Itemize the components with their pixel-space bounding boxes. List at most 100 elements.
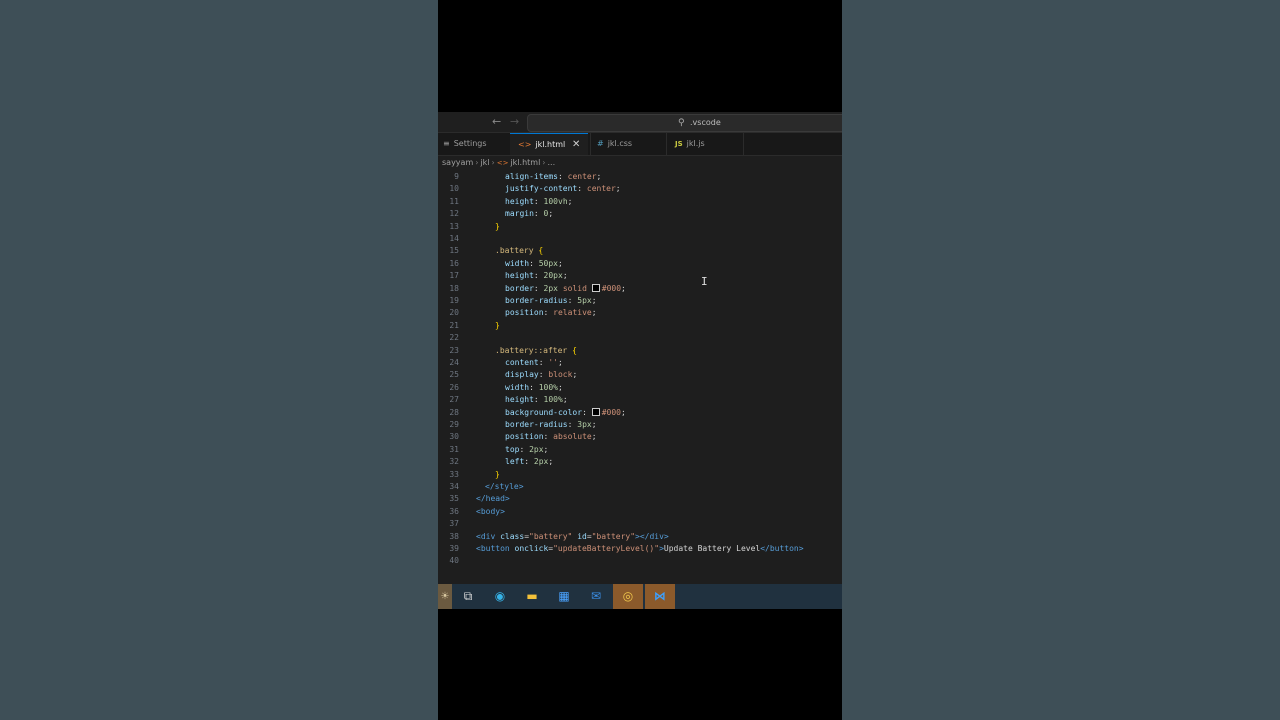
- line-number: 25: [449, 370, 459, 380]
- code-line: 10 justify-content: center;: [438, 183, 842, 195]
- breadcrumb-folder[interactable]: jkl: [480, 158, 489, 167]
- close-icon[interactable]: ✕: [572, 134, 580, 156]
- tab-label: jkl.js: [686, 139, 705, 148]
- background-left: [0, 0, 438, 720]
- code-line: 39 <button onclick="updateBatteryLevel()"…: [438, 543, 842, 555]
- line-number: 24: [449, 358, 459, 367]
- code-line: 12 margin: 0;: [438, 208, 842, 220]
- line-number: 34: [449, 482, 459, 491]
- code-line: 35 </head>: [438, 493, 842, 505]
- settings-icon: ≡: [443, 139, 450, 148]
- tab-jkl-css[interactable]: # jkl.css: [590, 133, 667, 155]
- code-editor[interactable]: 9 align-items: center; 10 justify-content:…: [438, 171, 842, 571]
- line-number: 29: [449, 420, 459, 429]
- line-number: 40: [449, 556, 459, 566]
- back-arrow-icon[interactable]: ←: [492, 115, 501, 128]
- line-number: 11: [449, 196, 459, 206]
- code-line: 30 position: absolute;: [438, 431, 842, 443]
- search-icon: ⚲: [678, 118, 685, 128]
- code-line: 36 <body>: [438, 506, 842, 518]
- code-line: 26 width: 100%;: [438, 382, 842, 394]
- code-line: 29 border-radius: 3px;: [438, 419, 842, 431]
- code-line: 27 height: 100%;: [438, 394, 842, 406]
- breadcrumb: sayyam › jkl › <> jkl.html ›...: [442, 158, 556, 167]
- line-number: 33: [449, 469, 459, 479]
- line-number: 21: [449, 320, 459, 330]
- mail-icon[interactable]: ✉: [581, 584, 611, 609]
- editor-tabs: ≡ Settings <> jkl.html ✕ # jkl.css JS jkl.js: [438, 133, 842, 156]
- js-file-icon: JS: [675, 140, 683, 148]
- tab-label: jkl.css: [607, 139, 633, 148]
- code-line: 31 top: 2px;: [438, 444, 842, 456]
- code-line: 16 width: 50px;: [438, 258, 842, 270]
- line-number: 23: [449, 345, 459, 355]
- code-line: 33}: [438, 469, 842, 481]
- code-line: 23 .battery::after {: [438, 345, 842, 357]
- line-number: 16: [449, 258, 459, 268]
- line-number: 9: [454, 172, 459, 181]
- search-text: .vscode: [690, 118, 721, 127]
- code-line: 20 position: relative;: [438, 307, 842, 319]
- line-number: 38: [449, 531, 459, 541]
- line-number: 31: [449, 444, 459, 454]
- store-icon[interactable]: ▦: [549, 584, 579, 609]
- breadcrumb-file[interactable]: jkl.html: [510, 158, 540, 167]
- code-line: 37: [438, 518, 842, 530]
- line-number: 35: [449, 494, 459, 504]
- breadcrumb-more[interactable]: ...: [548, 158, 556, 167]
- task-view-icon[interactable]: ⧉: [453, 584, 483, 609]
- title-bar: ← → ⚲ .vscode: [438, 112, 842, 133]
- code-line: 40: [438, 555, 842, 567]
- code-line: 25 display: block;: [438, 369, 842, 381]
- code-line: 9 align-items: center;: [438, 171, 842, 183]
- line-number: 14: [449, 234, 459, 243]
- text-cursor-icon: I: [701, 275, 708, 288]
- code-line: 28 background-color: #000;: [438, 407, 842, 419]
- code-line: 32 left: 2px;: [438, 456, 842, 468]
- code-line: 11 height: 100vh;: [438, 196, 842, 208]
- breadcrumb-root[interactable]: sayyam: [442, 158, 473, 167]
- vscode-icon[interactable]: ⋈: [645, 584, 675, 609]
- line-number: 20: [449, 308, 459, 318]
- code-line: 19 border-radius: 5px;: [438, 295, 842, 307]
- tab-label: Settings: [453, 139, 487, 148]
- line-number: 19: [449, 296, 459, 305]
- color-swatch[interactable]: [591, 283, 600, 292]
- html-file-icon: <>: [496, 159, 509, 167]
- tab-jkl-html[interactable]: <> jkl.html ✕: [510, 133, 588, 155]
- tab-label: jkl.html: [535, 140, 566, 149]
- css-file-icon: #: [597, 139, 604, 148]
- background-right: [842, 0, 1280, 720]
- line-number: 18: [449, 283, 459, 293]
- code-line: 34 </style>: [438, 481, 842, 493]
- code-line: 24 content: '';: [438, 357, 842, 369]
- chrome-icon[interactable]: ◎: [613, 584, 643, 609]
- code-line: 18 border: 2px solid #000;: [438, 283, 842, 295]
- line-number: 12: [449, 209, 459, 219]
- line-number: 22: [449, 333, 459, 343]
- widgets-icon[interactable]: ☀: [438, 584, 452, 609]
- video-frame: ← → ⚲ .vscode ≡ Settings <> jkl.html ✕ # jk…: [438, 0, 842, 720]
- code-line: 13}: [438, 221, 842, 233]
- line-number: 27: [449, 395, 459, 405]
- tab-jkl-js[interactable]: JS jkl.js: [666, 133, 744, 155]
- code-line: 38 <div class="battery" id="battery"></di…: [438, 531, 842, 543]
- html-file-icon: <>: [518, 140, 532, 149]
- color-swatch[interactable]: [591, 407, 600, 416]
- line-number: 13: [449, 221, 459, 231]
- vscode-window: ← → ⚲ .vscode ≡ Settings <> jkl.html ✕ # jk…: [438, 112, 842, 585]
- line-number: 37: [449, 519, 459, 529]
- forward-arrow-icon[interactable]: →: [510, 115, 519, 128]
- tab-settings[interactable]: ≡ Settings: [443, 133, 508, 155]
- code-line: 15 .battery {: [438, 245, 842, 257]
- line-number: 17: [449, 271, 459, 281]
- edge-icon[interactable]: ◉: [485, 584, 515, 609]
- code-line: 22: [438, 332, 842, 344]
- line-number: 36: [449, 506, 459, 516]
- code-line: 21}: [438, 320, 842, 332]
- command-center-search[interactable]: ⚲ .vscode: [527, 114, 842, 132]
- line-number: 39: [449, 544, 459, 553]
- line-number: 15: [449, 246, 459, 256]
- file-explorer-icon[interactable]: ▬: [517, 584, 547, 609]
- code-line: 17 height: 20px;: [438, 270, 842, 282]
